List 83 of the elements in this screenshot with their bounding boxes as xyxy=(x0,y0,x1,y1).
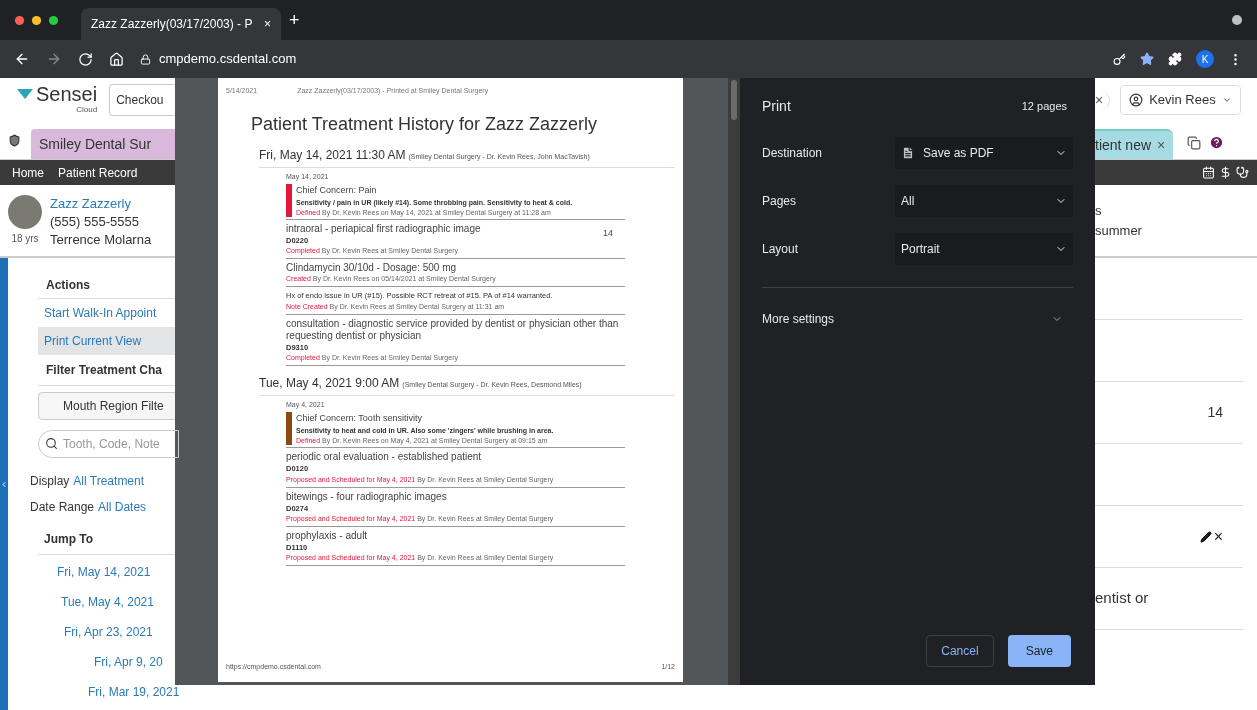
appointment-heading: Tue, May 4, 2021 9:00 AM xyxy=(259,374,400,392)
logo-icon xyxy=(16,88,34,100)
key-icon[interactable] xyxy=(1113,52,1126,66)
practice-tab[interactable]: Smiley Dental Sur xyxy=(31,129,175,159)
save-button[interactable]: Save xyxy=(1007,635,1071,667)
procedure-title: Clindamycin 30/10d - Dosage: 500 mg xyxy=(286,262,458,275)
shield-icon xyxy=(8,134,21,147)
logo-subtitle: Cloud xyxy=(76,104,98,116)
dollar-icon[interactable] xyxy=(1219,166,1232,179)
procedure-title: periodic oral evaluation - established patient xyxy=(286,451,483,464)
date-range-link[interactable]: All Dates xyxy=(98,498,147,516)
procedure-title: intraoral - periapical first radiographic image xyxy=(286,223,482,235)
display-filter-link[interactable]: All Treatment xyxy=(73,472,145,490)
concern-title: Chief Concern: Tooth sensitivity xyxy=(296,412,423,426)
stethoscope-icon[interactable] xyxy=(1236,166,1249,179)
date-range-label: Date Range xyxy=(30,499,95,516)
procedure-title: prophylaxis - adult xyxy=(286,529,369,542)
search-icon xyxy=(45,437,58,450)
user-icon xyxy=(1129,93,1144,107)
jump-to-date-link[interactable]: Fri, Apr 23, 2021 xyxy=(64,623,180,641)
more-settings-label: More settings xyxy=(762,311,835,328)
tab-close[interactable]: × xyxy=(1157,134,1166,156)
extensions-icon[interactable] xyxy=(1168,52,1182,66)
header-text: summer xyxy=(1095,221,1143,240)
calendar-icon[interactable] xyxy=(1202,166,1215,179)
lock-icon xyxy=(140,53,151,65)
home-icon[interactable] xyxy=(109,51,124,67)
display-label: Display xyxy=(30,473,70,490)
user-menu-button[interactable]: Kevin Rees xyxy=(1120,85,1241,115)
scrollbar[interactable] xyxy=(728,78,740,685)
setting-label: Pages xyxy=(762,193,798,210)
help-icon[interactable] xyxy=(1209,135,1225,150)
delete-button[interactable]: × xyxy=(1213,524,1223,549)
procedure-text: entist or xyxy=(1095,588,1149,609)
profile-avatar[interactable]: K xyxy=(1196,50,1214,68)
print-title: Print xyxy=(762,97,791,116)
tooth-number: 14 xyxy=(1207,403,1223,422)
jump-to-date-link[interactable]: Fri, May 14, 2021 xyxy=(57,563,180,581)
logo-text: Sensei xyxy=(36,84,98,104)
jump-to-date-link[interactable]: Fri, Mar 19, 2021 xyxy=(88,683,180,701)
circle-icon[interactable] xyxy=(1231,14,1243,26)
patient-name[interactable]: Zazz Zazzerly xyxy=(50,195,152,213)
star-icon[interactable] xyxy=(1140,52,1154,66)
tab-close[interactable]: × xyxy=(264,15,271,33)
search-field[interactable]: Tooth, Code, Note xyxy=(38,430,180,458)
setting-dropdown[interactable]: Portrait xyxy=(895,233,1073,265)
patient-age: 18 yrs xyxy=(11,232,39,246)
reload-icon[interactable] xyxy=(78,51,93,67)
nav-link[interactable]: Home xyxy=(12,163,44,182)
header-text: s xyxy=(1095,202,1103,220)
maximize-window-icon[interactable] xyxy=(48,14,59,26)
procedure-title: consultation - diagnostic service provided by dentist or physician other than requesting dentist or physician xyxy=(286,317,620,342)
nav-link[interactable]: Patient Record xyxy=(58,163,138,182)
setting-dropdown[interactable]: Save as PDF xyxy=(895,137,1073,169)
edit-icon[interactable] xyxy=(1199,530,1212,543)
avatar-placeholder xyxy=(8,195,42,229)
tooth-number: 14 xyxy=(603,227,614,240)
search-clear-button[interactable]: × xyxy=(1095,89,1111,111)
procedure-title: bitewings - four radiographic images xyxy=(286,490,448,503)
setting-label: Layout xyxy=(762,241,800,258)
forward-icon[interactable] xyxy=(46,51,62,67)
patient-tab[interactable]: tient new × xyxy=(1095,129,1174,159)
cancel-button[interactable]: Cancel xyxy=(926,635,994,667)
caret-icon xyxy=(1221,95,1232,105)
jump-to-date-link[interactable]: Fri, Apr 9, 20 xyxy=(94,653,180,671)
close-window-icon[interactable] xyxy=(14,14,25,26)
patient-phone: (555) 555-5555 xyxy=(50,213,140,231)
action-link[interactable]: Start Walk-In Appoint xyxy=(38,299,180,327)
browser-tab[interactable]: Zazz Zazzerly(03/17/2003) - P × xyxy=(81,8,281,40)
setting-label: Destination xyxy=(762,145,824,162)
appointment-heading: Fri, May 14, 2021 11:30 AM xyxy=(259,146,406,164)
document-title: Patient Treatment History for Zazz Zazzerly xyxy=(251,112,599,136)
url-text[interactable]: cmpdemo.csdental.com xyxy=(159,49,297,69)
new-tab-button[interactable]: + xyxy=(289,6,300,34)
minimize-window-icon[interactable] xyxy=(31,14,42,26)
windows-icon[interactable] xyxy=(1187,136,1202,150)
setting-dropdown[interactable]: All xyxy=(895,185,1073,217)
back-icon[interactable] xyxy=(14,51,30,67)
patient-provider: Terrence Molarna xyxy=(50,231,152,249)
jump-to-date-link[interactable]: Tue, May 4, 2021 xyxy=(61,593,180,611)
file-icon xyxy=(901,146,915,160)
page-count: 12 pages xyxy=(1021,99,1067,115)
concern-title: Chief Concern: Pain xyxy=(296,184,378,197)
